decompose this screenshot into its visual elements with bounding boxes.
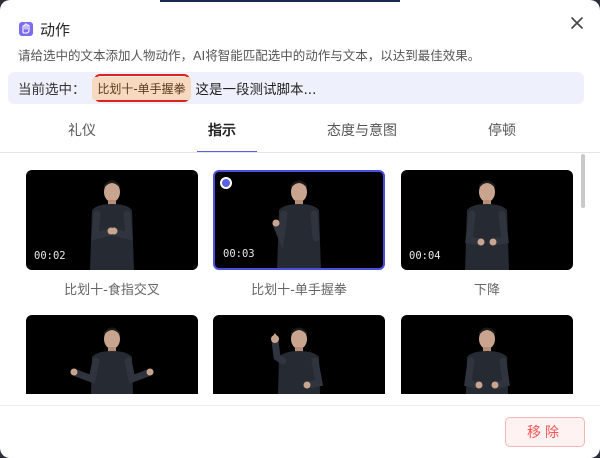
presenter-figure [77,176,147,270]
selected-action-highlight: 比划十-单手握拳 [92,74,191,102]
action-caption: 下降 [473,283,500,298]
presenter-figure [62,321,162,394]
tab-pause[interactable]: 停顿 [432,112,572,152]
tab-indication[interactable]: 指示 [152,112,292,153]
selected-radio-icon [220,177,232,189]
action-card[interactable] [213,315,385,394]
sign-language-icon [18,21,34,37]
action-thumbnail[interactable] [401,315,573,394]
action-thumbnail[interactable]: 00:03 [213,170,385,270]
action-dialog: 动作 请给选中的文本添加人物动作，AI将智能匹配选中的动作与文本，以达到最佳效果… [0,0,600,458]
dialog-header: 动作 [18,18,70,40]
presenter-figure [249,321,349,394]
action-thumbnail[interactable] [26,315,198,394]
action-thumbnail[interactable]: 00:04 [401,170,573,270]
action-grid: 00:02 比划十-食指交叉 00:03 比划十-单手握拳 00:04 下降 [0,168,600,394]
selected-action-tag[interactable]: 比划十-单手握拳 [92,76,191,100]
action-caption: 比划十-单手握拳 [251,283,347,298]
tab-etiquette[interactable]: 礼仪 [12,112,152,152]
presenter-figure [437,321,537,394]
selected-script-text: 这是一段测试脚本... [195,82,317,98]
action-card-selected[interactable]: 00:03 比划十-单手握拳 [213,170,385,298]
duration-label: 00:03 [223,248,255,260]
action-card[interactable]: 00:02 比划十-食指交叉 [26,170,198,298]
current-selection-label: 当前选中： [18,82,86,98]
duration-label: 00:02 [34,250,66,262]
category-tabs: 礼仪 指示 态度与意图 停顿 [0,112,600,153]
action-thumbnail[interactable] [213,315,385,394]
footer-divider [0,405,600,406]
action-caption: 比划十-食指交叉 [64,283,160,298]
tabs-divider [0,152,600,153]
presenter-figure [264,176,334,268]
tab-attitude-intent[interactable]: 态度与意图 [292,112,432,152]
current-selection-row: 当前选中： 比划十-单手握拳 这是一段测试脚本... [8,72,584,104]
close-icon[interactable] [568,14,586,32]
action-card[interactable] [26,315,198,394]
presenter-figure [452,176,522,270]
dialog-title: 动作 [40,20,71,39]
action-card[interactable]: 00:04 下降 [401,170,573,298]
remove-button[interactable]: 移除 [505,417,585,447]
action-thumbnail[interactable]: 00:02 [26,170,198,270]
dialog-description: 请给选中的文本添加人物动作，AI将智能匹配选中的动作与文本，以达到最佳效果。 [18,48,481,63]
action-card[interactable] [401,315,573,394]
duration-label: 00:04 [409,250,441,262]
background-strip [160,0,400,2]
